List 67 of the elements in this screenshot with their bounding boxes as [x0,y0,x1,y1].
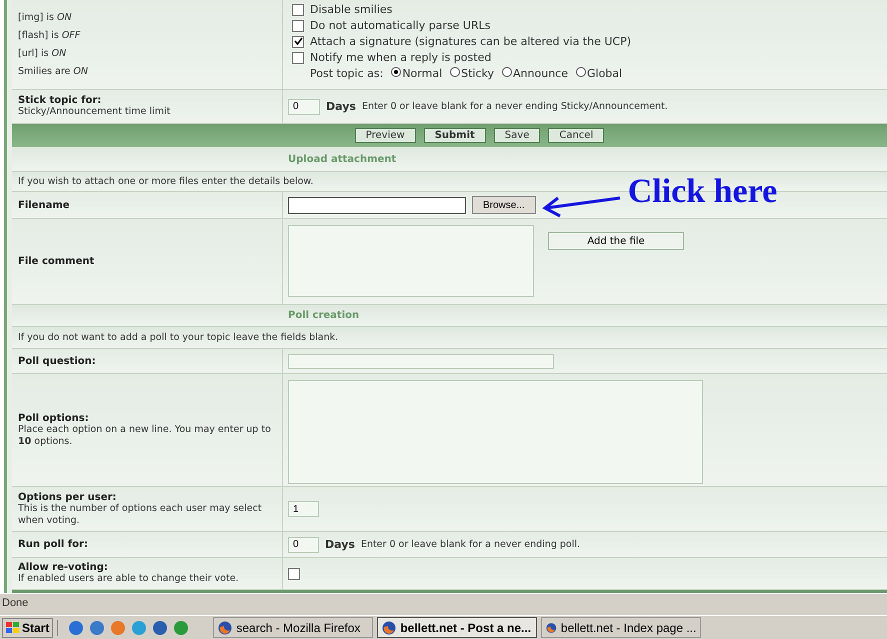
browse-button[interactable]: Browse... [472,196,536,214]
start-button[interactable]: Start [2,618,54,638]
quick-launch-icon[interactable] [68,620,84,636]
file-input[interactable] [288,196,466,214]
section-info: If you do not want to add a poll to your topic leave the fields blank. [18,332,338,344]
field-title: Run poll for: [18,539,89,550]
checkbox-label: Notify me when a reply is posted [310,51,492,64]
windows-logo-icon [6,622,20,634]
form-button[interactable]: Submit [424,128,486,143]
bbcode-status: [url] is ON [18,46,68,60]
browser-icon [546,620,557,634]
field-title: Stick topic for: [18,95,102,106]
poll-question-input[interactable] [288,354,554,368]
browser-icon [218,620,232,634]
taskbar-window[interactable]: search - Mozilla Firefox [213,617,374,638]
bbcode-status: [img] is ON [18,10,73,24]
form-button[interactable]: Preview [354,128,416,143]
unit-label: Days [325,538,355,551]
checkbox-label: Do not automatically parse URLs [310,19,490,32]
field-title: File comment [18,256,96,267]
days-input[interactable]: 0 [288,98,320,114]
checkbox[interactable] [288,568,300,580]
field-explain: Place each option on a new line. You may enter up to 10 options. [18,424,272,448]
field-title: Allow re-voting: [18,562,109,573]
checkbox[interactable] [292,4,304,16]
section-info: If you wish to attach one or more files enter the details below. [18,176,314,188]
field-explain: Sticky/Announcement time limit [18,106,172,118]
taskbar-window[interactable]: bellett.net - Post a ne... [377,617,538,638]
radio-label: Normal [402,67,442,80]
checkbox[interactable] [292,36,304,48]
add-file-button[interactable]: Add the file [548,232,684,250]
form-button[interactable]: Save [494,128,540,143]
checkbox[interactable] [292,52,304,64]
radio-button[interactable] [502,67,512,77]
radio-label: Global [587,67,622,80]
options-per-user-input[interactable]: 1 [288,501,319,517]
taskbar-window[interactable]: bellett.net - Index page ... [541,617,702,638]
unit-label: Days [326,100,356,113]
quick-launch-icon[interactable] [89,620,106,636]
radio-button[interactable] [450,67,460,77]
bbcode-status: [flash] is OFF [18,28,82,42]
hint-text: Enter 0 or leave blank for a never ending poll. [360,538,580,550]
checkbox-label: Attach a signature (signatures can be altered via the UCP) [310,35,632,48]
field-explain: If enabled users are able to change their vote. [18,573,240,585]
radio-label: Announce [513,67,568,80]
hint-text: Enter 0 or leave blank for a never ending Sticky/Announcement. [362,100,668,112]
checkbox[interactable] [292,20,304,32]
annotation-text: Click here [628,173,778,211]
field-title: Poll options: [18,412,90,424]
section-header: Poll creation [287,310,360,321]
form-button[interactable]: Cancel [548,128,604,143]
status-text: Done [2,597,28,609]
section-header: Upload attachment [287,154,396,164]
field-title: Options per user: [18,492,118,502]
bbcode-status: Smilies are ON [18,64,89,78]
field-title: Poll question: [18,356,97,366]
days-input[interactable]: 0 [288,536,319,552]
quick-launch-icon[interactable] [152,620,168,636]
post-topic-label: Post topic as: [310,67,384,80]
browser-icon [382,620,396,634]
quick-launch-icon[interactable] [173,620,190,636]
radio-button[interactable] [391,67,402,77]
radio-button[interactable] [576,67,586,77]
radio-label: Sticky [461,67,494,80]
checkbox-label: Disable smilies [310,3,392,16]
field-title: Filename [18,200,71,210]
field-explain: This is the number of options each user may select when voting. [18,502,263,526]
